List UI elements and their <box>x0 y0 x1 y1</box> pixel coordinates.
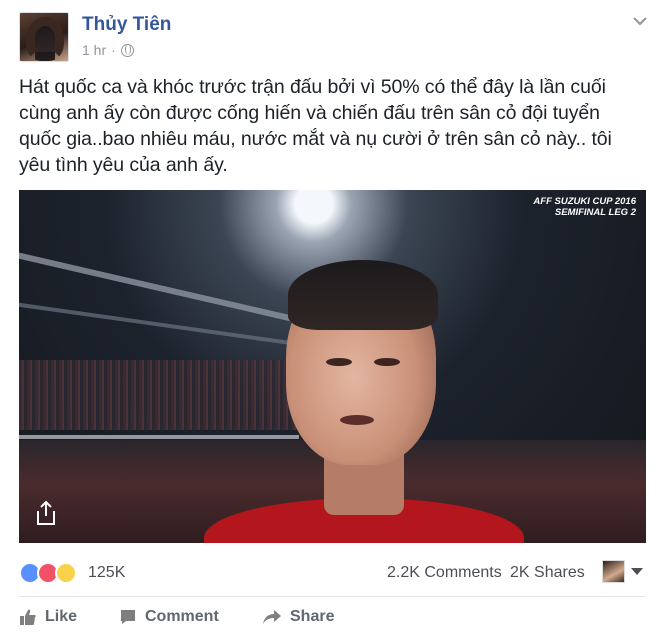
player-eye-right <box>374 358 400 366</box>
share-button[interactable]: Share <box>262 605 334 629</box>
post-meta: 1 hr · <box>82 42 134 58</box>
post-stats: 125K 2.2K Comments 2K Shares <box>19 560 646 586</box>
post-video[interactable]: AFF SUZUKI CUP 2016 SEMIFINAL LEG 2 <box>19 190 646 543</box>
comment-count[interactable]: 2.2K Comments <box>387 564 502 582</box>
facebook-post: Thủy Tiên 1 hr · Hát quốc ca và khóc trư… <box>0 0 660 632</box>
author-name[interactable]: Thủy Tiên <box>82 14 171 36</box>
divider <box>19 596 646 597</box>
stadium-rail <box>19 435 299 439</box>
chevron-down-icon[interactable] <box>633 14 647 28</box>
post-message: Hát quốc ca và khóc trước trận đấu bởi v… <box>19 76 612 176</box>
comment-button[interactable]: Comment <box>119 605 219 629</box>
share-label: Share <box>290 608 335 625</box>
like-button[interactable]: Like <box>19 605 77 629</box>
share-count[interactable]: 2K Shares <box>510 564 585 582</box>
globe-icon <box>120 43 134 57</box>
player-mouth <box>340 415 374 425</box>
thumbs-up-icon <box>20 609 36 625</box>
viewer-avatar[interactable] <box>602 560 625 583</box>
stadium-roof-lower <box>19 300 307 348</box>
like-label: Like <box>45 608 78 625</box>
comment-icon <box>121 610 135 624</box>
share-arrow-icon <box>263 610 281 624</box>
author-avatar[interactable] <box>19 12 69 62</box>
reaction-count[interactable]: 125K <box>88 564 125 582</box>
broadcast-logo: AFF SUZUKI CUP 2016 SEMIFINAL LEG 2 <box>533 196 636 218</box>
caret-down-icon[interactable] <box>631 568 643 575</box>
stadium-crowd <box>19 360 299 430</box>
comment-label: Comment <box>145 608 219 625</box>
player-eye-left <box>326 358 352 366</box>
player-figure <box>204 260 524 543</box>
broadcast-line-2: SEMIFINAL LEG 2 <box>554 207 636 218</box>
player-hair <box>288 260 438 330</box>
share-video-icon[interactable] <box>34 500 58 526</box>
sad-icon <box>55 562 77 584</box>
meta-separator: · <box>111 42 116 58</box>
post-time[interactable]: 1 hr <box>82 42 106 58</box>
broadcast-line-1: AFF SUZUKI CUP 2016 <box>533 196 636 207</box>
reaction-icons[interactable] <box>19 562 77 584</box>
